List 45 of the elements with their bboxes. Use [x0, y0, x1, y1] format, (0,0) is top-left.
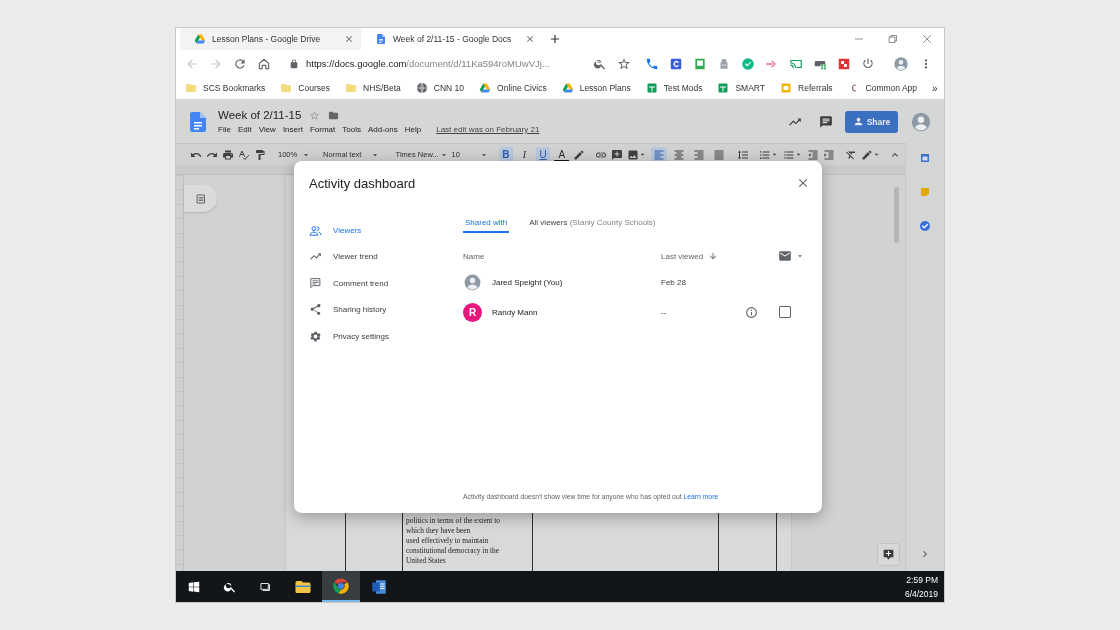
last-edit-link[interactable]: Last edit was on February 21: [436, 125, 540, 134]
menu-item[interactable]: Add-ons: [367, 125, 398, 134]
bookmark[interactable]: Common App: [847, 82, 918, 94]
sort-header[interactable]: Last viewed: [661, 251, 719, 261]
document-title[interactable]: Week of 2/11-15: [218, 109, 302, 121]
clock-time: 2:59 PM: [906, 573, 938, 587]
menu-item[interactable]: File: [218, 125, 231, 134]
viewer-name: Jared Speight (You): [492, 277, 563, 287]
menu-item[interactable]: Insert: [282, 125, 303, 134]
clock-date: 6/4/2019: [904, 587, 938, 601]
bookmark[interactable]: Test Mods: [645, 82, 703, 94]
bookmark[interactable]: SCS Bookmarks: [185, 82, 266, 94]
nav-item[interactable]: Viewer trend: [309, 243, 463, 270]
nav-item[interactable]: Viewers: [309, 217, 463, 244]
dialog-tab[interactable]: All viewers (Stanly County Schools): [527, 213, 658, 233]
bookmark[interactable]: CNN 10: [415, 82, 465, 94]
bookmark[interactable]: Referrals: [780, 82, 833, 94]
bookmark[interactable]: SMART: [717, 82, 766, 94]
address-field[interactable]: https://docs.google.com/document/d/11Ka594roMUwVJj...: [306, 58, 583, 69]
nav-item[interactable]: Comment trend: [309, 270, 463, 297]
last-viewed-date: Feb 28: [661, 277, 687, 287]
dialog-title: Activity dashboard: [309, 175, 416, 191]
menu-item[interactable]: View: [258, 125, 276, 134]
nav-item[interactable]: Sharing history: [309, 296, 463, 323]
menu-item[interactable]: Edit: [237, 125, 252, 134]
bookmark[interactable]: Courses: [280, 82, 330, 94]
menu-item[interactable]: Format: [309, 125, 336, 134]
last-viewed-date: --: [661, 307, 668, 317]
share-button[interactable]: Share: [845, 110, 898, 133]
menu-item[interactable]: Help: [404, 125, 422, 134]
viewer-name: Randy Mann: [492, 307, 538, 317]
browser-tab[interactable]: Lesson Plans - Google Drive: [180, 28, 361, 50]
format-button[interactable]: B: [498, 146, 514, 163]
dialog-tab[interactable]: Shared with: [463, 213, 510, 233]
format-button[interactable]: U: [535, 146, 551, 163]
menu-item[interactable]: Tools: [342, 125, 361, 134]
bookmark[interactable]: Lesson Plans: [561, 82, 631, 94]
column-header: Name: [463, 251, 486, 261]
format-button[interactable]: I: [517, 146, 532, 163]
format-button[interactable]: A: [554, 147, 569, 162]
nav-item[interactable]: Privacy settings: [309, 323, 463, 350]
avatar-initial: R: [463, 302, 482, 322]
more-bookmarks-button[interactable]: »: [932, 82, 938, 94]
bookmark[interactable]: NHS/Beta: [345, 82, 401, 94]
bookmark[interactable]: Online Civics: [479, 82, 547, 94]
